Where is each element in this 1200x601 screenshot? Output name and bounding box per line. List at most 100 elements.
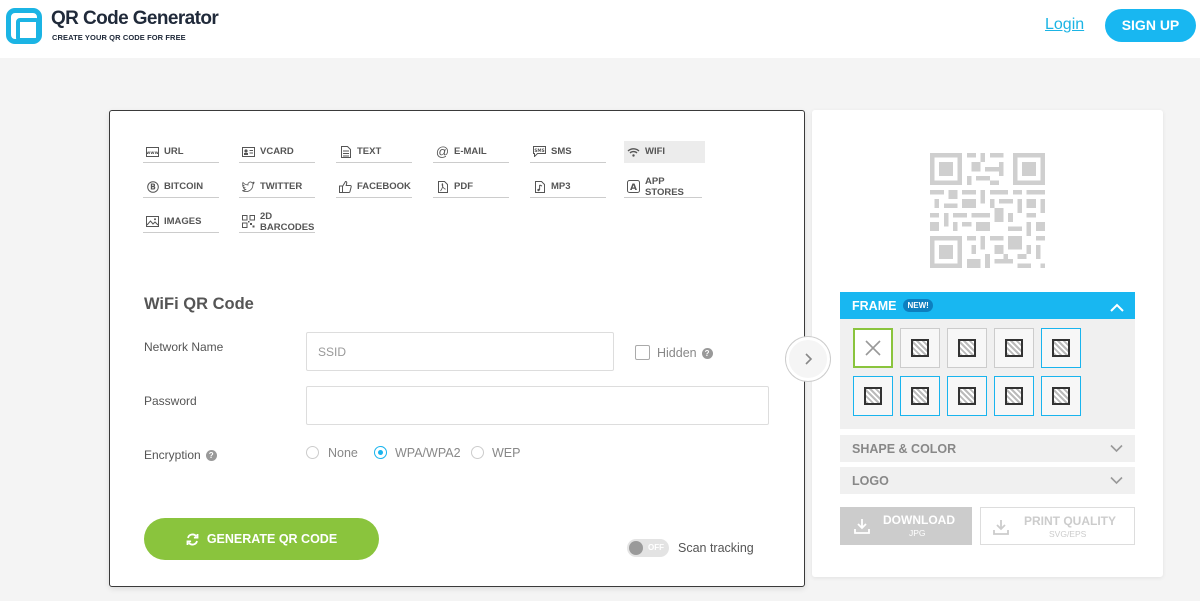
encryption-wpa-radio[interactable] [374,446,387,459]
type-vcard-label: VCARD [260,146,294,157]
svg-text:A: A [630,183,637,193]
login-link[interactable]: Login [1045,16,1084,34]
text-icon [339,145,352,158]
type-pdf-label: PDF [454,181,473,192]
frame-option-9[interactable] [994,376,1034,416]
chevron-right-icon [803,352,813,366]
type-url-label: URL [164,146,184,157]
frame-option-2[interactable] [900,328,940,368]
frame-label: FRAME [852,298,897,313]
frame-option-5[interactable] [1041,328,1081,368]
type-wifi-label: WIFI [645,146,666,157]
encryption-label-wrap: Encryption? [144,448,217,462]
type-facebook-label: FACEBOOK [357,181,411,192]
ssid-input[interactable]: SSID [306,332,614,371]
encryption-wep-label[interactable]: WEP [492,446,520,460]
download-icon [993,519,1009,535]
twitter-icon [242,181,255,193]
frame-option-6[interactable] [853,376,893,416]
encryption-wpa-label[interactable]: WPA/WPA2 [395,446,461,460]
shape-color-label: SHAPE & COLOR [852,441,957,456]
thumbs-up-icon [339,180,352,193]
type-mp3-label: MP3 [551,181,571,192]
signup-button[interactable]: SIGN UP [1105,9,1196,42]
password-label: Password [144,394,197,408]
frame-option-4[interactable] [994,328,1034,368]
type-twitter-label: TWITTER [260,181,303,192]
refresh-icon [186,533,199,546]
frame-option-8[interactable] [947,376,987,416]
type-wifi[interactable]: WIFI [624,141,705,163]
generate-qr-label: GENERATE QR CODE [206,532,338,546]
encryption-none-radio[interactable] [306,446,319,459]
download-label: DOWNLOAD [883,513,955,527]
type-bitcoin-label: BITCOIN [164,181,204,192]
next-arrow-button[interactable] [786,337,830,381]
app-store-icon: A [627,180,640,193]
barcode-icon [242,215,255,228]
frame-thumbnail [958,339,976,357]
encryption-label: Encryption [144,448,201,462]
at-icon: @ [435,144,450,159]
frame-thumbnail [911,339,929,357]
help-icon[interactable]: ? [701,348,713,360]
image-icon [146,216,159,228]
password-field[interactable] [306,386,769,425]
generate-qr-button[interactable]: GENERATE QR CODE [144,518,379,560]
header: QR Code Generator CREATE YOUR QR CODE FO… [0,0,1200,58]
shape-color-section[interactable]: SHAPE & COLOR [840,435,1135,462]
type-vcard[interactable]: VCARD [239,141,315,163]
type-2d-barcodes[interactable]: 2D BARCODES [239,211,315,233]
type-facebook[interactable]: FACEBOOK [336,176,412,198]
logo-section[interactable]: LOGO [840,467,1135,494]
frame-option-none[interactable] [853,328,893,368]
help-icon[interactable]: ? [205,450,217,462]
type-email-label: E-MAIL [454,146,487,157]
sms-icon: SMS [533,146,546,158]
type-email[interactable]: @ E-MAIL [433,141,509,163]
type-bitcoin[interactable]: B BITCOIN [143,176,219,198]
chevron-down-icon [1110,442,1123,456]
network-name-label: Network Name [144,340,224,354]
encryption-wep-radio[interactable] [471,446,484,459]
print-quality-button[interactable]: PRINT QUALITY SVG/EPS [980,507,1135,545]
type-app-stores-label: APP STORES [645,175,684,198]
frame-thumbnail [1052,387,1070,405]
scan-tracking-label: Scan tracking [678,541,754,555]
frame-option-3[interactable] [947,328,987,368]
scan-tracking-toggle[interactable]: OFF [627,539,669,557]
frame-thumbnail [1005,387,1023,405]
type-images[interactable]: IMAGES [143,211,219,233]
vcard-icon [242,146,255,158]
chevron-up-icon [1110,300,1124,318]
frame-option-10[interactable] [1041,376,1081,416]
type-pdf[interactable]: PDF [433,176,509,198]
qr-code-preview [930,153,1045,268]
type-text-label: TEXT [357,146,382,157]
print-quality-label: PRINT QUALITY [1024,514,1116,528]
type-2d-barcodes-label: 2D BARCODES [260,210,315,233]
type-url[interactable]: www URL [143,141,219,163]
download-format: JPG [909,528,926,538]
toggle-state: OFF [648,543,664,552]
encryption-none-label[interactable]: None [328,446,358,460]
type-app-stores[interactable]: A APP STORES [624,176,702,198]
frame-option-7[interactable] [900,376,940,416]
type-text[interactable]: TEXT [336,141,412,163]
frame-thumbnail [958,387,976,405]
svg-text:SMS: SMS [534,148,544,153]
logo-label: LOGO [852,473,889,488]
frame-section-header[interactable]: FRAME NEW! [840,292,1135,319]
type-sms[interactable]: SMS SMS [530,141,606,163]
qr-logo-icon[interactable] [6,8,42,44]
hidden-checkbox[interactable] [635,345,650,360]
new-badge: NEW! [903,299,933,312]
type-mp3[interactable]: MP3 [530,176,606,198]
hidden-label: Hidden [657,346,697,360]
svg-text:www: www [146,151,158,156]
type-twitter[interactable]: TWITTER [239,176,315,198]
bitcoin-icon: B [146,180,159,193]
brand-title[interactable]: QR Code Generator [51,8,219,30]
brand-subtitle: CREATE YOUR QR CODE FOR FREE [52,33,186,42]
download-button[interactable]: DOWNLOAD JPG [840,507,972,545]
